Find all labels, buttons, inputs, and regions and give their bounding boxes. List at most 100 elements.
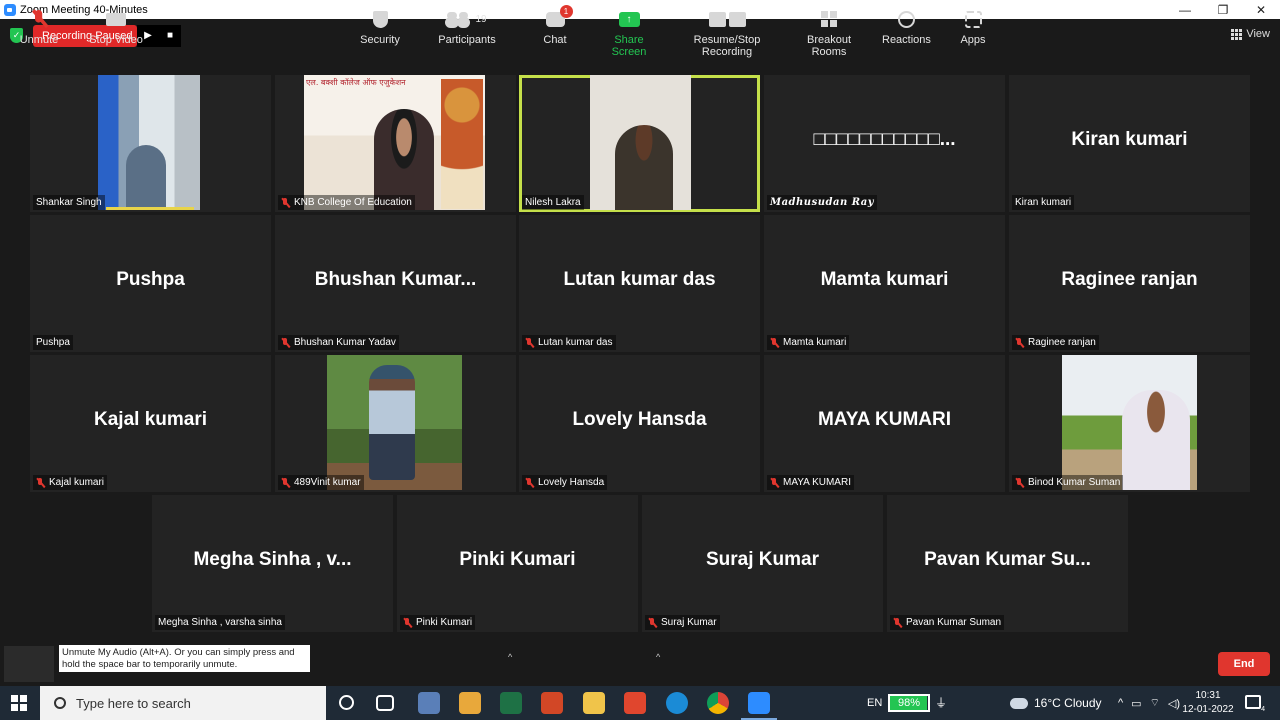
photos-app-icon[interactable] <box>418 692 440 714</box>
participant-tile[interactable]: Kiran kumari Kiran kumari <box>1009 75 1250 212</box>
chrome-browser-icon[interactable] <box>707 692 729 714</box>
participant-tile[interactable]: Binod Kumar Suman <box>1009 355 1250 492</box>
participant-video: एल. बक्शी कॉलेज ऑफ एजुकेशन <box>304 75 485 210</box>
battery-percent: 98% <box>897 697 921 709</box>
participant-display-name: Kajal kumari <box>94 409 207 430</box>
unmute-button[interactable]: Unmute <box>17 8 61 46</box>
participant-tile[interactable]: Pinki Kumari Pinki Kumari <box>397 495 638 632</box>
share-caret-icon[interactable]: ^ <box>656 652 660 662</box>
participant-display-name: Pushpa <box>116 269 185 290</box>
action-center-icon[interactable]: 4 <box>1245 695 1265 713</box>
window-title: Zoom Meeting 40-Minutes <box>20 3 148 16</box>
participant-tile[interactable]: Shankar Singh <box>30 75 271 212</box>
breakout-rooms-button[interactable]: Breakout Rooms <box>790 8 868 58</box>
participant-tile[interactable]: Lutan kumar das Lutan kumar das <box>519 215 760 352</box>
volume-icon[interactable]: ◁) <box>1168 697 1180 710</box>
participant-display-name: Lovely Hansda <box>572 409 707 430</box>
stop-video-label: Stop Video <box>89 34 143 46</box>
mic-muted-icon <box>893 617 902 628</box>
breakout-rooms-icon <box>821 11 837 27</box>
participant-tile[interactable]: Megha Sinha , v... Megha Sinha , varsha … <box>152 495 393 632</box>
minimize-button[interactable]: — <box>1166 3 1204 17</box>
participant-display-name: Bhushan Kumar... <box>314 269 477 290</box>
participant-name-label: Shankar Singh <box>33 195 105 210</box>
search-placeholder: Type here to search <box>76 695 191 711</box>
participant-tile[interactable]: Suraj Kumar Suraj Kumar <box>642 495 883 632</box>
file-explorer-icon[interactable] <box>583 692 605 714</box>
participant-name-label: KNB College Of Education <box>278 195 415 210</box>
participant-tile[interactable]: Mamta kumari Mamta kumari <box>764 215 1005 352</box>
unmute-tooltip: Unmute My Audio (Alt+A). Or you can simp… <box>59 645 310 672</box>
mic-muted-icon <box>1015 337 1024 348</box>
taskbar-search-input[interactable]: Type here to search <box>40 686 326 720</box>
weather-widget[interactable]: 16°C Cloudy <box>1010 686 1102 720</box>
stop-video-button[interactable]: Stop Video <box>86 8 146 46</box>
store-app-icon[interactable] <box>459 692 481 714</box>
recording-label: Resume/Stop Recording <box>693 34 761 58</box>
mic-muted-icon <box>525 477 534 488</box>
wifi-icon[interactable]: ⌔ <box>1150 696 1160 710</box>
windows-start-icon[interactable] <box>11 695 27 711</box>
participant-tile[interactable]: Pavan Kumar Su... Pavan Kumar Suman <box>887 495 1128 632</box>
edge-browser-icon[interactable] <box>666 692 688 714</box>
reactions-button[interactable]: Reactions <box>882 8 931 46</box>
participant-tile[interactable]: एल. बक्शी कॉलेज ऑफ एजुकेशन KNB College O… <box>275 75 516 212</box>
end-meeting-button[interactable]: End <box>1218 652 1270 676</box>
participants-button[interactable]: 19 Participants <box>437 8 497 46</box>
participant-name-label: Kiran kumari <box>1012 195 1075 210</box>
participant-display-name: Mamta kumari <box>820 269 949 290</box>
task-view-icon[interactable] <box>376 695 394 711</box>
recording-button[interactable]: Resume/Stop Recording <box>672 8 782 58</box>
apps-button[interactable]: Apps <box>956 8 990 46</box>
participant-display-name: Lutan kumar das <box>563 269 716 290</box>
microphone-muted-icon <box>31 10 47 28</box>
participant-name-label: Mamta kumari <box>767 335 850 350</box>
chat-icon: 1 <box>545 4 573 27</box>
close-button[interactable]: ✕ <box>1242 3 1280 17</box>
language-indicator[interactable]: EN <box>867 686 882 720</box>
zoom-app-icon[interactable] <box>741 692 777 720</box>
powerpoint-app-icon[interactable] <box>541 692 563 714</box>
participant-tile-active-speaker[interactable]: Nilesh Lakra <box>519 75 760 212</box>
network-icon[interactable]: ▭ <box>1131 697 1141 710</box>
participant-name-label: Megha Sinha , varsha sinha <box>155 615 285 630</box>
system-tray-icons[interactable]: ^ ▭ ⌔ ◁) <box>1118 686 1180 720</box>
mic-muted-icon <box>1015 477 1024 488</box>
participant-name-label: Pavan Kumar Suman <box>890 615 1005 630</box>
tray-chevron-icon[interactable]: ^ <box>1118 697 1123 709</box>
participant-tile[interactable]: Raginee ranjan Raginee ranjan <box>1009 215 1250 352</box>
cortana-icon[interactable] <box>339 695 354 710</box>
participant-tile[interactable]: 489Vinit kumar <box>275 355 516 492</box>
stop-recording-button[interactable]: ■ <box>159 25 181 47</box>
system-clock[interactable]: 10:31 12-01-2022 <box>1180 689 1236 717</box>
participant-name-label: Bhushan Kumar Yadav <box>278 335 399 350</box>
chat-label: Chat <box>543 34 567 46</box>
chat-button[interactable]: 1 Chat <box>537 4 573 46</box>
participant-name-label: Pushpa <box>33 335 73 350</box>
battery-indicator[interactable]: 98% <box>888 694 930 712</box>
maximize-button[interactable]: ❐ <box>1204 3 1242 17</box>
mic-muted-icon <box>525 337 534 348</box>
participant-tile[interactable]: Pushpa Pushpa <box>30 215 271 352</box>
share-screen-button[interactable]: ↑ Share Screen <box>598 8 660 58</box>
mic-muted-icon <box>403 617 412 628</box>
view-button[interactable]: View <box>1231 28 1270 40</box>
participant-name-label: Lutan kumar das <box>522 335 616 350</box>
security-label: Security <box>360 34 400 46</box>
participant-name-label: MAYA KUMARI <box>767 475 854 490</box>
reactions-label: Reactions <box>882 34 931 46</box>
participant-tile[interactable]: Bhushan Kumar... Bhushan Kumar Yadav <box>275 215 516 352</box>
participant-tile[interactable]: □□□□□□□□□□□... Madhusudan Ray <box>764 75 1005 212</box>
participant-tile[interactable]: Kajal kumari Kajal kumari <box>30 355 271 492</box>
security-button[interactable]: Security <box>355 8 405 46</box>
participant-display-name: Raginee ranjan <box>1061 269 1198 290</box>
cloud-icon <box>1010 697 1028 709</box>
view-label: View <box>1246 28 1270 40</box>
grid-view-icon <box>1231 28 1243 40</box>
office-app-icon[interactable] <box>624 692 646 714</box>
clock-date: 12-01-2022 <box>1182 704 1234 715</box>
participants-caret-icon[interactable]: ^ <box>508 652 512 662</box>
participant-tile[interactable]: MAYA KUMARI MAYA KUMARI <box>764 355 1005 492</box>
excel-app-icon[interactable] <box>500 692 522 714</box>
participant-tile[interactable]: Lovely Hansda Lovely Hansda <box>519 355 760 492</box>
